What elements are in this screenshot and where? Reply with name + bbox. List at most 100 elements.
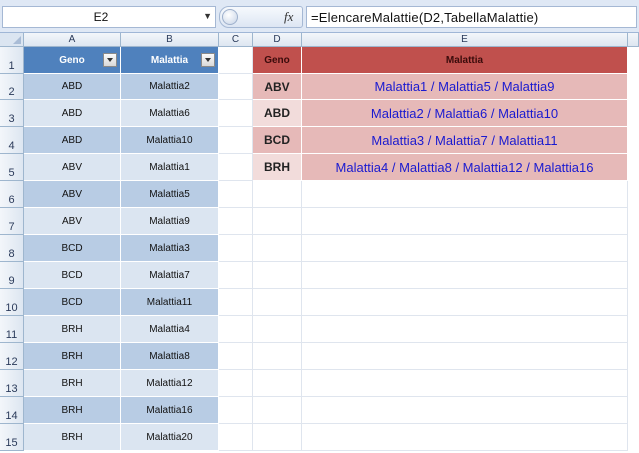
empty-cell[interactable] <box>219 154 253 181</box>
empty-cell[interactable] <box>253 262 302 289</box>
row-header-15[interactable]: 15 <box>0 424 24 451</box>
empty-cell[interactable] <box>219 235 253 262</box>
table1-cell-malattia[interactable]: Malattia7 <box>121 262 219 289</box>
empty-cell[interactable] <box>219 47 253 74</box>
empty-cell[interactable] <box>302 262 628 289</box>
table1-cell-malattia[interactable]: Malattia11 <box>121 289 219 316</box>
empty-cell[interactable] <box>253 316 302 343</box>
row-header-7[interactable]: 7 <box>0 208 24 235</box>
table1-cell-malattia[interactable]: Malattia20 <box>121 424 219 451</box>
column-header-d[interactable]: D <box>253 33 302 47</box>
table2-cell-geno[interactable]: BCD <box>253 127 302 154</box>
empty-cell[interactable] <box>253 424 302 451</box>
table1-cell-malattia[interactable]: Malattia8 <box>121 343 219 370</box>
empty-cell[interactable] <box>302 397 628 424</box>
empty-cell[interactable] <box>302 370 628 397</box>
insert-function-icon[interactable]: fx <box>284 9 293 25</box>
name-box[interactable]: E2 ▼ <box>2 6 216 28</box>
empty-cell[interactable] <box>302 424 628 451</box>
row-header-12[interactable]: 12 <box>0 343 24 370</box>
empty-cell[interactable] <box>219 397 253 424</box>
table2-cell-malattia[interactable]: Malattia3 / Malattia7 / Malattia11 <box>302 127 628 154</box>
table1-cell-malattia[interactable]: Malattia1 <box>121 154 219 181</box>
empty-cell[interactable] <box>219 343 253 370</box>
empty-cell[interactable] <box>219 181 253 208</box>
table2-cell-geno[interactable]: BRH <box>253 154 302 181</box>
resize-handle-icon[interactable] <box>222 9 238 25</box>
filter-dropdown-icon[interactable] <box>201 53 215 67</box>
table1-cell-malattia[interactable]: Malattia16 <box>121 397 219 424</box>
row-header-1[interactable]: 1 <box>0 47 24 74</box>
table2-header-geno[interactable]: Geno <box>253 47 302 74</box>
empty-cell[interactable] <box>302 316 628 343</box>
table1-cell-geno[interactable]: ABV <box>24 181 121 208</box>
column-header-e[interactable]: E <box>302 33 628 47</box>
empty-cell[interactable] <box>253 208 302 235</box>
table1-cell-geno[interactable]: ABV <box>24 208 121 235</box>
table1-cell-geno[interactable]: ABD <box>24 127 121 154</box>
table1-cell-geno[interactable]: BRH <box>24 316 121 343</box>
row-header-6[interactable]: 6 <box>0 181 24 208</box>
table1-cell-geno[interactable]: BRH <box>24 397 121 424</box>
empty-cell[interactable] <box>253 289 302 316</box>
table1-cell-geno[interactable]: ABD <box>24 74 121 100</box>
table1-header-malattia[interactable]: Malattia <box>121 47 219 74</box>
row-header-5[interactable]: 5 <box>0 154 24 181</box>
row-header-8[interactable]: 8 <box>0 235 24 262</box>
table2-cell-malattia[interactable]: Malattia1 / Malattia5 / Malattia9 <box>302 74 628 100</box>
table2-header-malattia[interactable]: Malattia <box>302 47 628 74</box>
table2-cell-geno[interactable]: ABD <box>253 100 302 127</box>
empty-cell[interactable] <box>302 343 628 370</box>
row-header-2[interactable]: 2 <box>0 74 24 100</box>
empty-cell[interactable] <box>219 370 253 397</box>
table2-cell-malattia[interactable]: Malattia4 / Malattia8 / Malattia12 / Mal… <box>302 154 628 181</box>
table2-cell-malattia[interactable]: Malattia2 / Malattia6 / Malattia10 <box>302 100 628 127</box>
table1-cell-geno[interactable]: BRH <box>24 424 121 451</box>
empty-cell[interactable] <box>253 343 302 370</box>
column-header-b[interactable]: B <box>121 33 219 47</box>
empty-cell[interactable] <box>253 370 302 397</box>
empty-cell[interactable] <box>219 289 253 316</box>
empty-cell[interactable] <box>302 208 628 235</box>
empty-cell[interactable] <box>219 100 253 127</box>
empty-cell[interactable] <box>219 127 253 154</box>
table1-cell-malattia[interactable]: Malattia4 <box>121 316 219 343</box>
row-header-10[interactable]: 10 <box>0 289 24 316</box>
empty-cell[interactable] <box>253 397 302 424</box>
table2-cell-geno[interactable]: ABV <box>253 74 302 100</box>
empty-cell[interactable] <box>253 181 302 208</box>
column-header-c[interactable]: C <box>219 33 253 47</box>
table1-cell-geno[interactable]: ABV <box>24 154 121 181</box>
row-header-11[interactable]: 11 <box>0 316 24 343</box>
empty-cell[interactable] <box>219 316 253 343</box>
table1-cell-geno[interactable]: BCD <box>24 235 121 262</box>
row-header-13[interactable]: 13 <box>0 370 24 397</box>
table1-cell-malattia[interactable]: Malattia3 <box>121 235 219 262</box>
empty-cell[interactable] <box>219 208 253 235</box>
formula-input[interactable]: =ElencareMalattie(D2,TabellaMalattie) <box>306 6 637 28</box>
table1-cell-malattia[interactable]: Malattia6 <box>121 100 219 127</box>
table1-cell-geno[interactable]: ABD <box>24 100 121 127</box>
table1-cell-malattia[interactable]: Malattia10 <box>121 127 219 154</box>
row-header-4[interactable]: 4 <box>0 127 24 154</box>
row-header-14[interactable]: 14 <box>0 397 24 424</box>
row-header-3[interactable]: 3 <box>0 100 24 127</box>
table1-cell-malattia[interactable]: Malattia9 <box>121 208 219 235</box>
table1-cell-malattia[interactable]: Malattia2 <box>121 74 219 100</box>
table1-cell-malattia[interactable]: Malattia12 <box>121 370 219 397</box>
select-all-button[interactable] <box>0 33 24 47</box>
empty-cell[interactable] <box>219 74 253 100</box>
table1-cell-geno[interactable]: BCD <box>24 262 121 289</box>
empty-cell[interactable] <box>302 181 628 208</box>
table1-cell-malattia[interactable]: Malattia5 <box>121 181 219 208</box>
empty-cell[interactable] <box>302 289 628 316</box>
chevron-down-icon[interactable]: ▼ <box>203 11 212 21</box>
filter-dropdown-icon[interactable] <box>103 53 117 67</box>
table1-cell-geno[interactable]: BCD <box>24 289 121 316</box>
empty-cell[interactable] <box>219 262 253 289</box>
row-header-9[interactable]: 9 <box>0 262 24 289</box>
table1-cell-geno[interactable]: BRH <box>24 370 121 397</box>
table1-cell-geno[interactable]: BRH <box>24 343 121 370</box>
empty-cell[interactable] <box>253 235 302 262</box>
empty-cell[interactable] <box>302 235 628 262</box>
